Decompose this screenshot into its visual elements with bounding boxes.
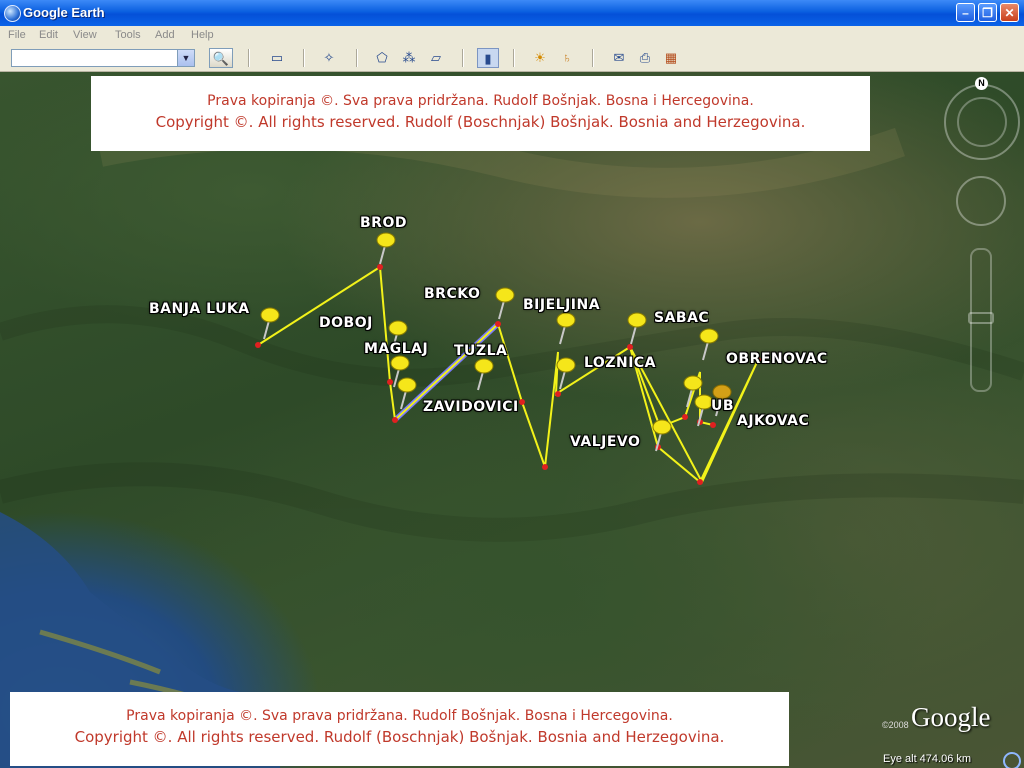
close-button[interactable]: ✕ [1000,3,1019,22]
window-title: Google Earth [23,5,105,20]
pushpin-icon[interactable] [376,232,396,265]
google-earth-app-icon [4,5,21,22]
search-input[interactable]: ▼ [11,49,195,67]
place-label-lajkovac[interactable]: AJKOVAC [737,413,809,429]
copyright-banner-top: Prava kopiranja ©. Sva prava pridržana. … [91,76,870,151]
overlay-icon[interactable]: ▱ [425,48,447,68]
menu-tools[interactable]: Tools [115,29,141,41]
copyright-line-local: Prava kopiranja ©. Sva prava pridržana. … [207,93,754,109]
sidebar-icon[interactable]: ▭ [266,48,288,68]
toolbar-separator [303,49,305,67]
place-label-zavidovici[interactable]: ZAVIDOVICI [423,399,519,415]
place-label-banja-luka[interactable]: BANJA LUKA [149,301,250,317]
pushpin-icon[interactable] [495,287,515,320]
menu-view[interactable]: View [73,29,97,41]
sun-icon[interactable]: ☀ [529,48,551,68]
minimize-button[interactable]: – [956,3,975,22]
map-viewport[interactable]: BROD BANJA LUKA DOBOJ MAGLAJ BRCKO TUZLA… [0,72,1024,768]
copyright-line-english: Copyright ©. All rights reserved. Rudolf… [74,728,725,746]
streaming-indicator-icon [1003,752,1021,768]
place-label-loznica[interactable]: LOZNICA [584,355,656,371]
place-label-brod[interactable]: BROD [360,215,407,231]
move-joystick[interactable] [956,176,1006,226]
maximize-button[interactable]: ❐ [978,3,997,22]
toolbar-separator [462,49,464,67]
place-label-ub[interactable]: UB [711,398,734,414]
polygon-icon[interactable]: ⬠ [371,48,393,68]
place-label-maglaj[interactable]: MAGLAJ [364,341,428,357]
copyright-line-english: Copyright ©. All rights reserved. Rudolf… [155,113,806,131]
map-overlay [0,119,1024,768]
menu-bar: File Edit View Tools Add Help [0,26,1024,46]
pushpin-icon[interactable] [556,312,576,345]
place-label-bijeljina[interactable]: BIJELJINA [523,297,600,313]
look-ring [957,97,1007,147]
menu-help[interactable]: Help [191,29,214,41]
toolbar-separator [248,49,250,67]
print-icon[interactable]: ⎙ [634,48,656,68]
toolbar-separator [592,49,594,67]
terrain-texture [0,119,1024,542]
menu-file[interactable]: File [8,29,26,41]
menu-edit[interactable]: Edit [39,29,58,41]
place-label-brcko[interactable]: BRCKO [424,286,480,302]
toolbar-separator [513,49,515,67]
place-label-doboj[interactable]: DOBOJ [319,315,373,331]
place-label-obrenovac[interactable]: OBRENOVAC [726,351,828,367]
toolbar: ▼ 🔍 ▭ ✧ ⬠ ⁂ ▱ ▮ ☀ ♄ ✉ ⎙ ▦ [0,46,1024,72]
google-logo: Google [911,702,991,732]
placemark-icon[interactable]: ✧ [318,48,340,68]
planet-icon[interactable]: ♄ [556,48,578,68]
menu-add[interactable]: Add [155,29,175,41]
zoom-slider-handle[interactable] [968,312,994,324]
look-joystick[interactable] [944,84,1020,160]
compass-north-button[interactable]: N [975,77,988,90]
path-icon[interactable]: ⁂ [398,48,420,68]
copyright-line-local: Prava kopiranja ©. Sva prava pridržana. … [126,708,673,724]
pushpin-icon[interactable] [699,328,719,361]
title-bar: Google Earth – ❐ ✕ [0,0,1024,26]
eye-altitude-readout: Eye alt 474.06 km [883,753,972,765]
search-icon[interactable]: 🔍 [209,48,233,68]
place-label-sabac[interactable]: SABAC [654,310,709,326]
place-label-valjevo[interactable]: VALJEVO [570,434,640,450]
email-icon[interactable]: ✉ [608,48,630,68]
imagery-year: ©2008 [882,720,909,730]
toolbar-separator [356,49,358,67]
chevron-down-icon[interactable]: ▼ [177,50,194,66]
ruler-icon[interactable]: ▮ [477,48,499,68]
map-icon[interactable]: ▦ [660,48,682,68]
copyright-banner-bottom: Prava kopiranja ©. Sva prava pridržana. … [10,692,789,766]
place-label-tuzla[interactable]: TUZLA [454,343,507,359]
